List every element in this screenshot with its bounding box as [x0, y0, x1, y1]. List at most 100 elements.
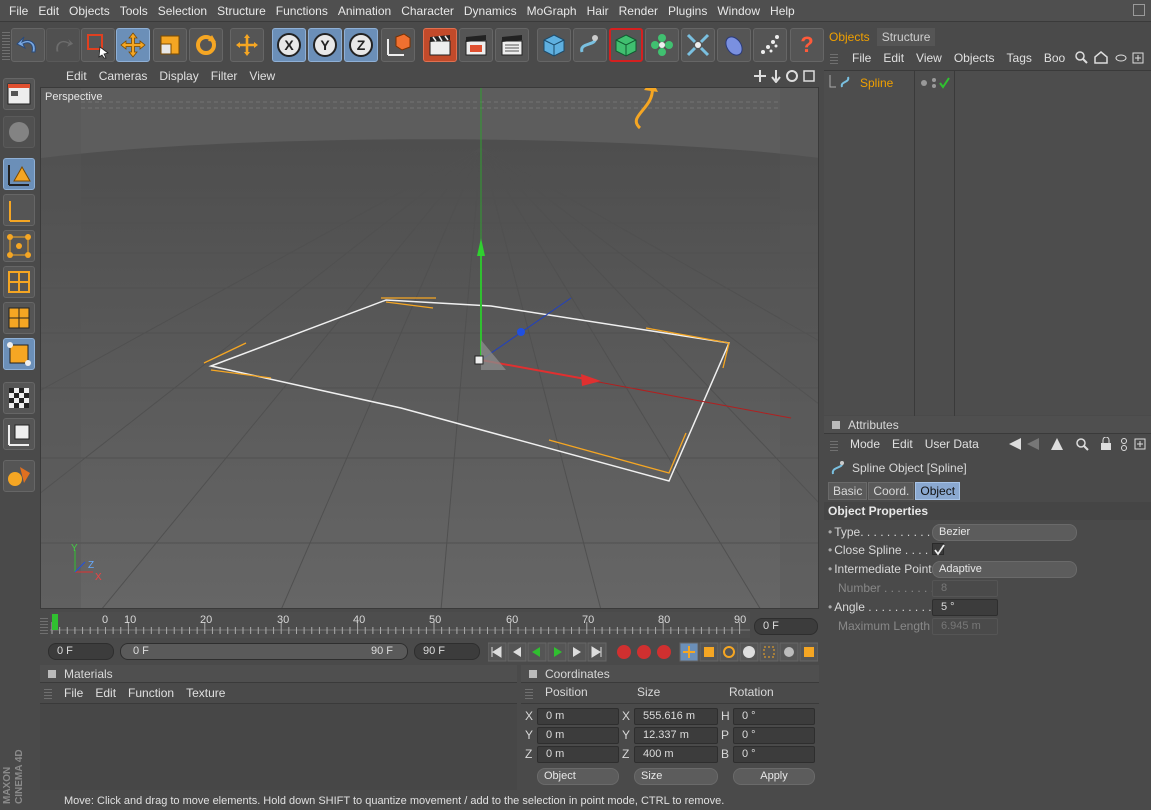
- rotation-p-field[interactable]: 0 °: [733, 727, 815, 744]
- tab-objects[interactable]: Objects: [824, 28, 875, 46]
- spline-tools-button[interactable]: [573, 28, 607, 62]
- objects-menu-view[interactable]: View: [910, 51, 948, 65]
- menu-file[interactable]: File: [4, 4, 33, 18]
- move-tool-button[interactable]: [116, 28, 150, 62]
- menu-character[interactable]: Character: [396, 4, 459, 18]
- menu-selection[interactable]: Selection: [153, 4, 212, 18]
- size-y-field[interactable]: 12.337 m: [634, 727, 718, 744]
- redo-button[interactable]: [46, 28, 80, 62]
- viewport-menu-display[interactable]: Display: [153, 69, 204, 83]
- toolbar-grip[interactable]: [2, 30, 10, 60]
- render-view-button[interactable]: [423, 28, 457, 62]
- object-axis-mode-button[interactable]: [3, 194, 35, 226]
- max-frame-field[interactable]: 90 F: [414, 643, 480, 660]
- materials-menu-edit[interactable]: Edit: [89, 686, 122, 700]
- apply-button[interactable]: Apply: [733, 768, 815, 785]
- window-restore-icon[interactable]: [1133, 4, 1145, 16]
- deformer-button[interactable]: [681, 28, 715, 62]
- viewport-menu-edit[interactable]: Edit: [60, 69, 93, 83]
- panel-square-icon[interactable]: [48, 669, 56, 678]
- menu-hair[interactable]: Hair: [582, 4, 614, 18]
- attributes-menu-edit[interactable]: Edit: [886, 437, 919, 451]
- close-spline-checkbox[interactable]: [932, 543, 945, 556]
- coordinate-system-button[interactable]: [381, 28, 415, 62]
- coordinates-grip[interactable]: [525, 687, 533, 699]
- render-picture-viewer-button[interactable]: [459, 28, 493, 62]
- menu-structure[interactable]: Structure: [212, 4, 271, 18]
- menu-animation[interactable]: Animation: [333, 4, 396, 18]
- rotation-h-field[interactable]: 0 °: [733, 708, 815, 725]
- viewport-menu-view[interactable]: View: [243, 69, 281, 83]
- frame-range-slider[interactable]: 0 F 90 F: [120, 643, 408, 660]
- viewport-menu-filter[interactable]: Filter: [205, 69, 244, 83]
- attr-tab-basic[interactable]: Basic: [828, 482, 868, 500]
- menu-render[interactable]: Render: [614, 4, 663, 18]
- nurbs-button[interactable]: [609, 28, 643, 62]
- visibility-dots-icon[interactable]: [920, 77, 952, 89]
- coordinate-mode-dropdown[interactable]: Object: [537, 768, 619, 785]
- attributes-menu-userdata[interactable]: User Data: [919, 437, 985, 451]
- texture-tool-button[interactable]: [3, 382, 35, 414]
- objects-nav-icons[interactable]: [1075, 51, 1147, 65]
- objects-menu-edit[interactable]: Edit: [877, 51, 910, 65]
- current-frame-field[interactable]: 0 F: [754, 618, 818, 635]
- objects-menu-tags[interactable]: Tags: [1001, 51, 1038, 65]
- use-model-mode-button[interactable]: [3, 78, 35, 110]
- viewport-nav-icons[interactable]: [754, 69, 816, 83]
- attr-tab-object[interactable]: Object: [915, 482, 961, 500]
- materials-menu-texture[interactable]: Texture: [180, 686, 231, 700]
- scale-tool-button[interactable]: [153, 28, 187, 62]
- max-length-field[interactable]: 6.945 m: [932, 618, 998, 635]
- model-mode-button[interactable]: [3, 158, 35, 190]
- cube-object-button[interactable]: [537, 28, 571, 62]
- timeline[interactable]: 0 10 20 30 40 50 60 70 80 90 0 F: [40, 612, 819, 638]
- last-tool-button[interactable]: [230, 28, 264, 62]
- intermediate-points-dropdown[interactable]: Adaptive: [932, 561, 1077, 578]
- z-axis-lock-button[interactable]: Z: [344, 28, 378, 62]
- array-button[interactable]: [645, 28, 679, 62]
- materials-menu-file[interactable]: File: [58, 686, 89, 700]
- menu-mograph[interactable]: MoGraph: [522, 4, 582, 18]
- perspective-viewport[interactable]: Perspective Y Z X: [40, 87, 819, 609]
- soft-selection-button[interactable]: [3, 338, 35, 370]
- render-settings-button[interactable]: [495, 28, 529, 62]
- menu-dynamics[interactable]: Dynamics: [459, 4, 522, 18]
- timeline-grip[interactable]: [40, 616, 48, 634]
- number-field[interactable]: 8: [932, 580, 998, 597]
- viewport-menu-cameras[interactable]: Cameras: [93, 69, 154, 83]
- menu-edit[interactable]: Edit: [33, 4, 64, 18]
- type-dropdown[interactable]: Bezier: [932, 524, 1077, 541]
- edges-mode-button[interactable]: [3, 266, 35, 298]
- rotation-b-field[interactable]: 0 °: [733, 746, 815, 763]
- position-x-field[interactable]: 0 m: [537, 708, 619, 725]
- attr-tab-coord[interactable]: Coord.: [868, 482, 915, 500]
- menu-tools[interactable]: Tools: [115, 4, 153, 18]
- materials-menu-function[interactable]: Function: [122, 686, 180, 700]
- menu-functions[interactable]: Functions: [271, 4, 333, 18]
- object-name[interactable]: Spline: [860, 76, 893, 90]
- position-y-field[interactable]: 0 m: [537, 727, 619, 744]
- position-z-field[interactable]: 0 m: [537, 746, 619, 763]
- live-selection-button[interactable]: [81, 28, 115, 62]
- x-axis-lock-button[interactable]: X: [272, 28, 306, 62]
- object-list[interactable]: Spline: [824, 70, 1151, 416]
- tab-structure[interactable]: Structure: [876, 28, 936, 46]
- sculpt-button[interactable]: [3, 460, 35, 492]
- use-texture-mode-button[interactable]: [3, 116, 35, 148]
- rotate-tool-button[interactable]: [189, 28, 223, 62]
- panel-square-icon[interactable]: [529, 669, 537, 678]
- help-button[interactable]: ?: [790, 28, 824, 62]
- environment-button[interactable]: [717, 28, 751, 62]
- menu-plugins[interactable]: Plugins: [663, 4, 712, 18]
- points-mode-button[interactable]: [3, 230, 35, 262]
- attributes-menu-mode[interactable]: Mode: [844, 437, 886, 451]
- objects-menu-file[interactable]: File: [846, 51, 877, 65]
- object-row-spline[interactable]: Spline: [824, 73, 1151, 93]
- menu-help[interactable]: Help: [765, 4, 800, 18]
- panel-square-icon[interactable]: [832, 420, 840, 429]
- attributes-nav-icons[interactable]: [1007, 437, 1147, 451]
- objects-menu-objects[interactable]: Objects: [948, 51, 1001, 65]
- texture-axis-button[interactable]: [3, 418, 35, 450]
- size-mode-dropdown[interactable]: Size: [634, 768, 718, 785]
- transport-buttons[interactable]: [488, 642, 818, 662]
